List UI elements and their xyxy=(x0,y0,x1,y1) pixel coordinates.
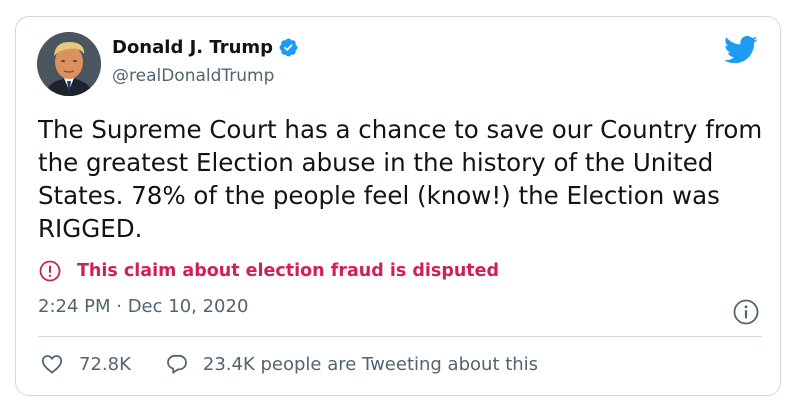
divider xyxy=(38,336,762,337)
disputed-notice[interactable]: This claim about election fraud is dispu… xyxy=(39,260,499,282)
heart-outline-icon[interactable] xyxy=(40,352,64,376)
speech-bubble-icon[interactable] xyxy=(165,352,189,376)
tweet-card[interactable]: Donald J. Trump @realDonaldTrump The Sup… xyxy=(15,16,781,396)
exclamation-circle-icon xyxy=(39,260,61,282)
like-count: 72.8K xyxy=(79,353,131,375)
author-name-row: Donald J. Trump xyxy=(112,37,299,58)
disputed-label[interactable]: This claim about election fraud is dispu… xyxy=(77,261,499,281)
twitter-bird-icon[interactable] xyxy=(724,35,758,65)
author-handle[interactable]: @realDonaldTrump xyxy=(112,66,274,86)
avatar-image xyxy=(37,32,101,96)
author-display-name[interactable]: Donald J. Trump xyxy=(112,37,273,58)
avatar[interactable] xyxy=(37,32,101,96)
info-circle-icon[interactable] xyxy=(733,299,759,325)
tweeting-about-action[interactable]: 23.4K people are Tweeting about this xyxy=(165,352,538,376)
tweet-timestamp[interactable]: 2:24 PM · Dec 10, 2020 xyxy=(38,296,248,317)
tweet-actions: 72.8K 23.4K people are Tweeting about th… xyxy=(40,352,538,376)
verified-badge-icon xyxy=(279,38,298,57)
like-action[interactable]: 72.8K xyxy=(40,352,131,376)
tweeting-about-text: 23.4K people are Tweeting about this xyxy=(202,353,539,375)
tweet-text: The Supreme Court has a chance to save o… xyxy=(38,115,763,243)
